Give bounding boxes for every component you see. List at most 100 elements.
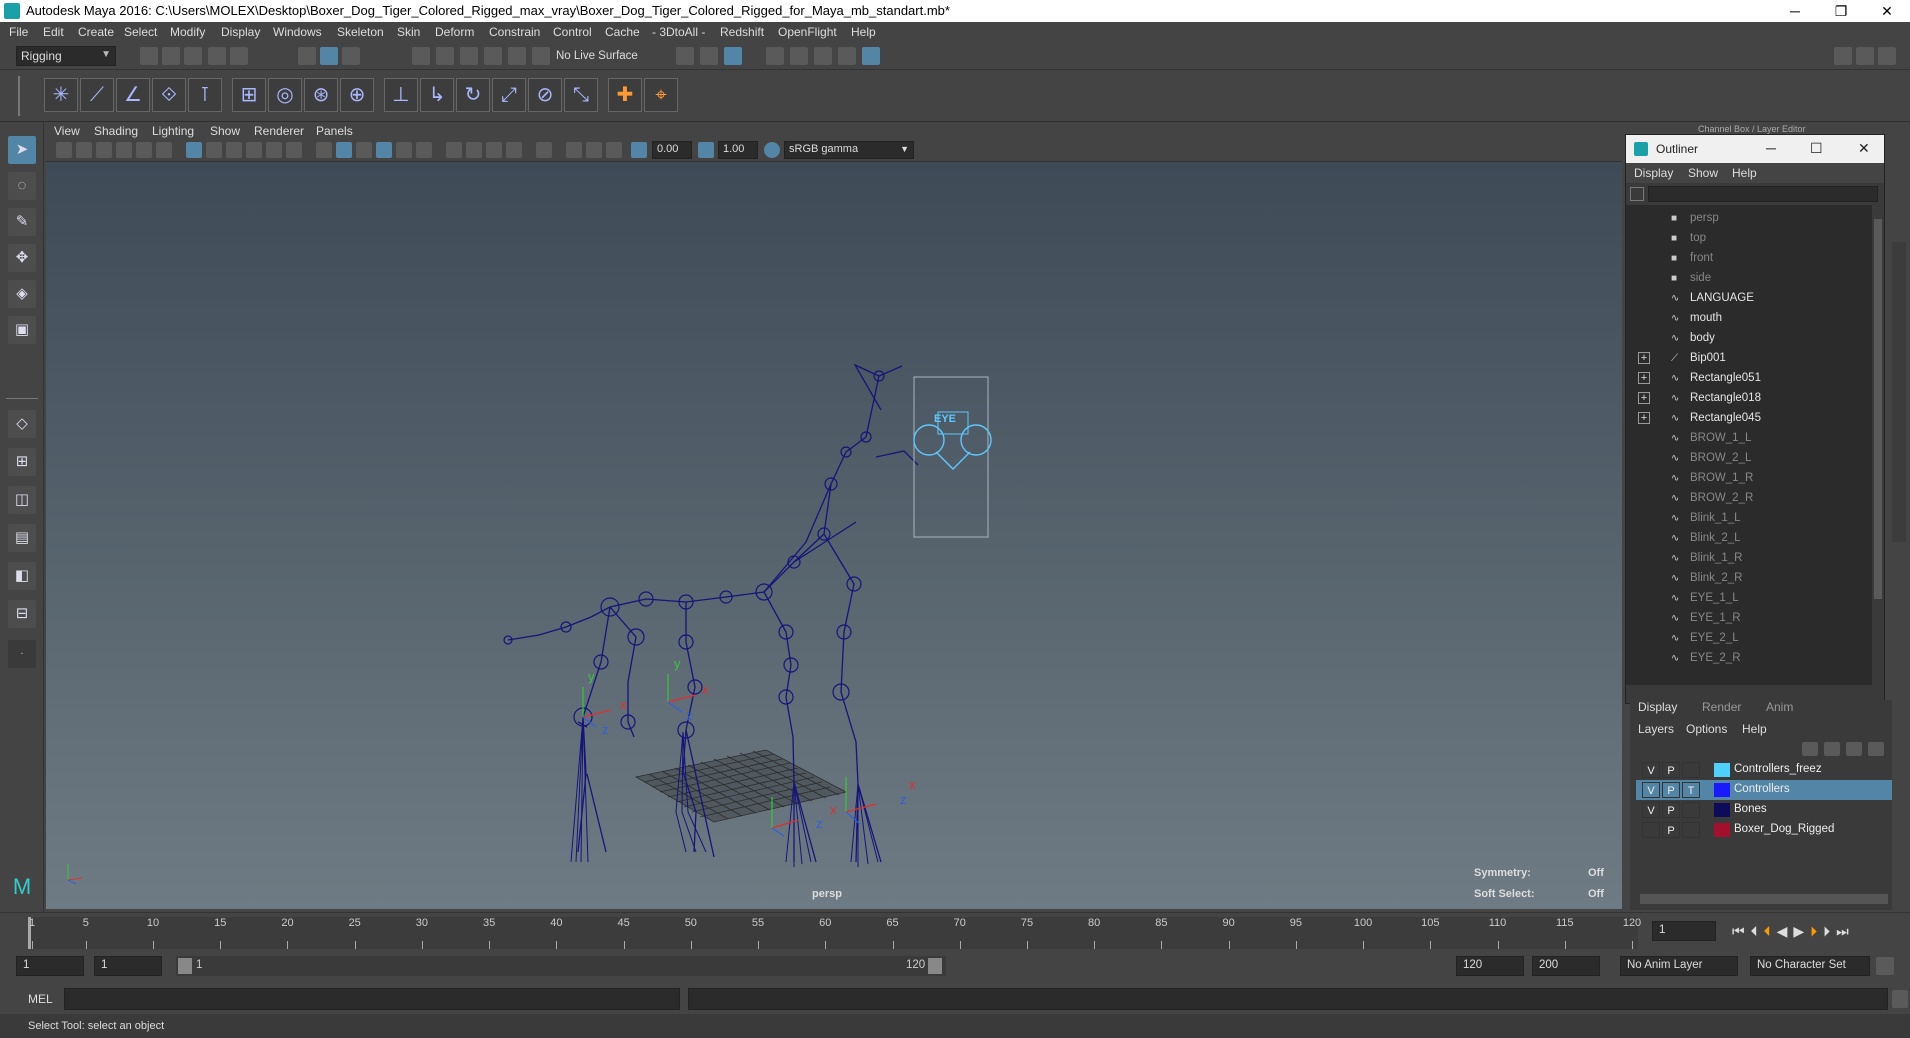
grid-toggle-icon[interactable] <box>186 142 202 158</box>
menu-display[interactable]: Display <box>221 25 260 39</box>
layer-menu-layers[interactable]: Layers <box>1638 722 1674 736</box>
outliner-item[interactable]: ∿ BROW_2_L <box>1626 449 1872 469</box>
color-management-icon[interactable] <box>764 142 780 158</box>
layer-menu-options[interactable]: Options <box>1686 722 1727 736</box>
layer-color-swatch[interactable] <box>1714 763 1730 777</box>
shelf-point-constraint-icon[interactable]: ⊥ <box>384 78 418 112</box>
layer-playback-toggle[interactable]: P <box>1662 782 1680 798</box>
layer-scrollbar[interactable] <box>1640 894 1888 904</box>
gamma-field[interactable]: 1.00 <box>718 141 758 159</box>
menu-help[interactable]: Help <box>851 25 876 39</box>
shelf-mirror-joint-icon[interactable]: ⟐ <box>152 78 186 112</box>
outliner-item[interactable]: ∿ EYE_2_R <box>1626 649 1872 669</box>
animation-end-field[interactable]: 200 <box>1532 956 1600 976</box>
command-input[interactable] <box>64 988 680 1010</box>
backface-culling-icon[interactable] <box>606 142 622 158</box>
tab-display[interactable]: Display <box>1638 700 1677 714</box>
play-forwards-icon[interactable]: ▶ <box>1793 923 1810 939</box>
film-gate-icon[interactable] <box>206 142 222 158</box>
select-by-component-icon[interactable] <box>342 47 360 65</box>
undo-icon[interactable] <box>208 47 226 65</box>
menu-skeleton[interactable]: Skeleton <box>337 25 384 39</box>
shelf-pole-vector-icon[interactable]: ⤡ <box>564 78 598 112</box>
layer-color-swatch[interactable] <box>1714 823 1730 837</box>
two-d-pan-zoom-icon[interactable] <box>136 142 152 158</box>
panel-menu-renderer[interactable]: Renderer <box>254 124 304 138</box>
go-to-start-icon[interactable]: ⏮ <box>1732 923 1751 939</box>
outliner-item[interactable]: ■ persp <box>1626 209 1872 229</box>
panel-menu-shading[interactable]: Shading <box>94 124 138 138</box>
menu-openflight[interactable]: OpenFlight <box>778 25 837 39</box>
outliner-menu-show[interactable]: Show <box>1688 166 1718 180</box>
close-button[interactable]: ✕ <box>1864 0 1910 22</box>
outliner-item[interactable]: ∿ EYE_1_L <box>1626 589 1872 609</box>
render-view-icon[interactable] <box>766 47 784 65</box>
layer-row[interactable]: V P Controllers_freez <box>1636 760 1892 780</box>
shelf-locator-icon[interactable]: ✚ <box>608 78 642 112</box>
outliner-vertical-scrollbar[interactable] <box>1872 205 1884 685</box>
outliner-item[interactable]: + ∿ Rectangle045 <box>1626 409 1872 429</box>
menu-3dtoall[interactable]: - 3DtoAll - <box>652 25 705 39</box>
select-by-object-icon[interactable] <box>320 47 338 65</box>
panel-menu-lighting[interactable]: Lighting <box>152 124 194 138</box>
redo-icon[interactable] <box>230 47 248 65</box>
smooth-shade-icon[interactable] <box>336 142 352 158</box>
layer-visibility-toggle[interactable]: V <box>1642 782 1660 798</box>
layer-row[interactable]: V P Bones <box>1636 800 1892 820</box>
layer-visibility-toggle[interactable] <box>1642 822 1660 838</box>
outliner-tree[interactable]: ■ persp ■ top ■ front ■ side ∿ LANGUAGE ∿ mouth ∿ bod… <box>1626 205 1872 685</box>
outliner-item[interactable]: ■ side <box>1626 269 1872 289</box>
viewport-persp[interactable]: EYE y x z y x z x z x z persp Symmetry: … <box>46 162 1622 909</box>
menu-modify[interactable]: Modify <box>170 25 205 39</box>
menu-constrain[interactable]: Constrain <box>489 25 540 39</box>
outliner-maximize-icon[interactable]: ☐ <box>1810 140 1823 157</box>
scale-tool-icon[interactable]: ▣ <box>8 316 36 344</box>
new-empty-layer-icon[interactable] <box>1846 742 1862 756</box>
xray-icon[interactable] <box>376 142 392 158</box>
expand-icon[interactable]: + <box>1638 352 1650 364</box>
range-start-handle[interactable] <box>178 958 192 974</box>
menu-deform[interactable]: Deform <box>435 25 474 39</box>
make-live-icon[interactable] <box>532 47 550 65</box>
outliner-item[interactable]: ∿ BROW_2_R <box>1626 489 1872 509</box>
input-ops-icon[interactable] <box>676 47 694 65</box>
layer-color-swatch[interactable] <box>1714 803 1730 817</box>
resolution-gate-icon[interactable] <box>226 142 242 158</box>
outliner-item[interactable]: ∿ Blink_1_L <box>1626 509 1872 529</box>
snap-live-icon[interactable] <box>508 47 526 65</box>
menu-control[interactable]: Control <box>553 25 592 39</box>
time-slider[interactable]: 1 5 10 15 20 25 30 35 40 45 50 55 60 65 70 75 80 85 90 95 10… <box>0 912 1910 952</box>
motion-blur-icon[interactable] <box>466 142 482 158</box>
lasso-tool-icon[interactable]: ◌ <box>8 172 36 200</box>
layer-playback-toggle[interactable]: P <box>1662 762 1680 778</box>
exposure-field[interactable]: 0.00 <box>652 141 692 159</box>
animation-start-field[interactable]: 1 <box>16 956 84 976</box>
hypershade-layout-icon[interactable]: ◧ <box>8 562 36 590</box>
wireframe-icon[interactable] <box>316 142 332 158</box>
menu-skin[interactable]: Skin <box>397 25 420 39</box>
tab-anim[interactable]: Anim <box>1766 700 1793 714</box>
expand-icon[interactable]: + <box>1638 372 1650 384</box>
isolate-select-icon[interactable] <box>536 142 552 158</box>
outliner-item[interactable]: ∿ Blink_1_R <box>1626 549 1872 569</box>
outliner-item[interactable]: ∿ BROW_1_R <box>1626 469 1872 489</box>
shelf-ik-spline-icon[interactable]: ∠ <box>116 78 150 112</box>
render-current-icon[interactable] <box>790 47 808 65</box>
layer-display-type-toggle[interactable] <box>1682 802 1700 818</box>
layout-options-icon[interactable]: · <box>8 640 36 668</box>
menu-file[interactable]: File <box>9 25 28 39</box>
go-to-end-icon[interactable]: ⏭ <box>1836 923 1855 939</box>
outliner-item[interactable]: ∿ EYE_1_R <box>1626 609 1872 629</box>
outliner-item[interactable]: + ∿ Rectangle051 <box>1626 369 1872 389</box>
shelf-handle[interactable] <box>18 76 30 116</box>
panel-menu-panels[interactable]: Panels <box>316 124 353 138</box>
script-editor-icon[interactable] <box>1892 990 1908 1008</box>
layer-row[interactable]: V P T Controllers <box>1636 780 1892 800</box>
outliner-item[interactable]: ■ front <box>1626 249 1872 269</box>
step-back-frame-icon[interactable]: ⏴ <box>1751 923 1764 939</box>
outliner-item[interactable]: ∿ body <box>1626 329 1872 349</box>
restore-button[interactable]: ❐ <box>1818 0 1864 22</box>
shelf-bind-skin-icon[interactable]: ⊞ <box>232 78 266 112</box>
outliner-item[interactable]: ■ top <box>1626 229 1872 249</box>
range-slider[interactable]: 1 120 <box>176 956 946 976</box>
